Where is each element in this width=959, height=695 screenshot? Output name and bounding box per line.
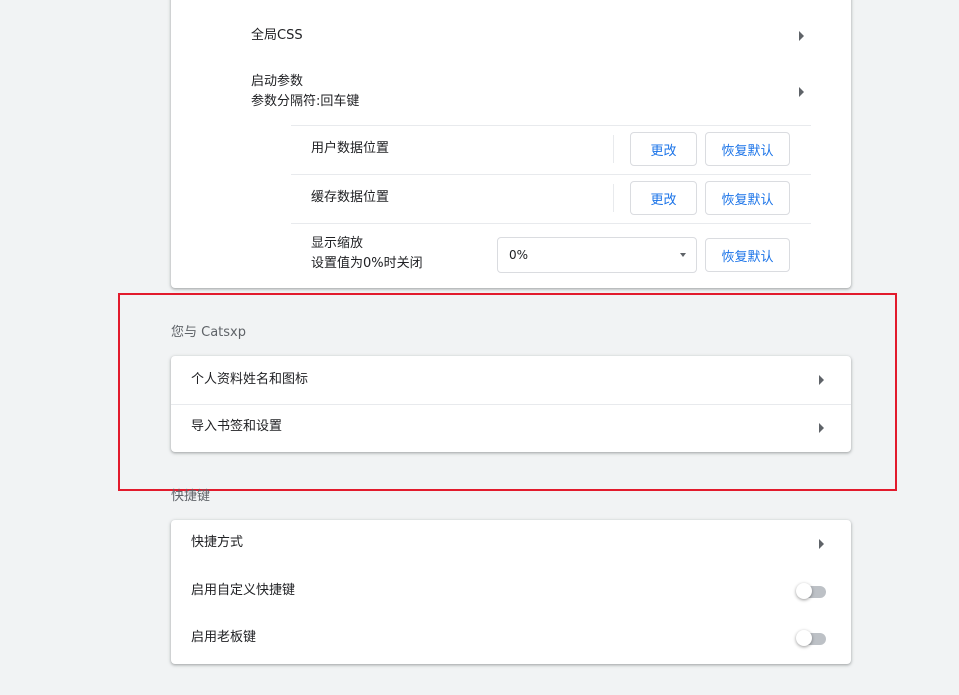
- arrow-right-icon[interactable]: [799, 87, 804, 97]
- boss-key-label: 启用老板键: [191, 630, 257, 645]
- custom-shortcuts-row: 启用自定义快捷键: [171, 568, 851, 616]
- launch-params-label: 启动参数: [251, 74, 304, 89]
- cache-data-reset-button[interactable]: 恢复默认: [705, 181, 790, 215]
- shortcut-methods-label: 快捷方式: [191, 535, 244, 550]
- global-css-label: 全局CSS: [251, 28, 303, 43]
- cache-data-row: 缓存数据位置 更改 恢复默认: [171, 174, 851, 222]
- display-zoom-select-value: 0%: [509, 248, 529, 262]
- global-css-row[interactable]: 全局CSS: [171, 24, 851, 48]
- shortcuts-card: 快捷方式 启用自定义快捷键 启用老板键: [171, 520, 851, 664]
- dropdown-caret-icon: [680, 253, 686, 257]
- cache-data-label: 缓存数据位置: [311, 190, 390, 205]
- custom-shortcuts-label: 启用自定义快捷键: [191, 583, 296, 598]
- user-data-change-button[interactable]: 更改: [630, 132, 697, 166]
- user-data-label: 用户数据位置: [311, 141, 390, 156]
- launch-params-text: 启动参数 参数分隔符:回车键: [251, 72, 359, 112]
- cache-data-change-button[interactable]: 更改: [630, 181, 697, 215]
- user-data-reset-button[interactable]: 恢复默认: [705, 132, 790, 166]
- toggle-knob: [796, 630, 812, 646]
- you-section-title: 您与 Catsxp: [171, 325, 246, 340]
- shortcut-methods-row[interactable]: 快捷方式: [171, 520, 851, 568]
- display-zoom-label: 显示缩放: [311, 236, 364, 251]
- boss-key-row: 启用老板键: [171, 616, 851, 664]
- import-bookmarks-row[interactable]: 导入书签和设置: [171, 404, 851, 452]
- you-section-card: 个人资料姓名和图标 导入书签和设置: [171, 356, 851, 452]
- divider: [291, 223, 811, 224]
- launch-params-sublabel: 参数分隔符:回车键: [251, 94, 360, 109]
- launch-params-row[interactable]: 启动参数 参数分隔符:回车键: [171, 70, 851, 114]
- import-bookmarks-label: 导入书签和设置: [191, 419, 283, 434]
- arrow-right-icon[interactable]: [819, 539, 824, 549]
- separator: [613, 184, 614, 212]
- display-zoom-text: 显示缩放 设置值为0%时关闭: [311, 234, 423, 274]
- user-data-row: 用户数据位置 更改 恢复默认: [171, 125, 851, 173]
- profile-name-icon-row[interactable]: 个人资料姓名和图标: [171, 356, 851, 404]
- advanced-settings-card: 全局CSS 启动参数 参数分隔符:回车键 用户数据位置 更改 恢复默认 缓存数据…: [171, 0, 851, 288]
- arrow-right-icon[interactable]: [819, 423, 824, 433]
- profile-name-icon-label: 个人资料姓名和图标: [191, 372, 309, 387]
- toggle-knob: [796, 583, 812, 599]
- settings-page: 全局CSS 启动参数 参数分隔符:回车键 用户数据位置 更改 恢复默认 缓存数据…: [0, 0, 959, 695]
- custom-shortcuts-toggle[interactable]: [796, 582, 828, 602]
- display-zoom-select[interactable]: 0%: [497, 237, 697, 273]
- display-zoom-reset-button[interactable]: 恢复默认: [705, 238, 790, 272]
- arrow-right-icon[interactable]: [819, 375, 824, 385]
- shortcuts-section-title: 快捷键: [171, 489, 211, 504]
- arrow-right-icon[interactable]: [799, 31, 804, 41]
- separator: [613, 135, 614, 163]
- display-zoom-sublabel: 设置值为0%时关闭: [311, 256, 423, 271]
- boss-key-toggle[interactable]: [796, 629, 828, 649]
